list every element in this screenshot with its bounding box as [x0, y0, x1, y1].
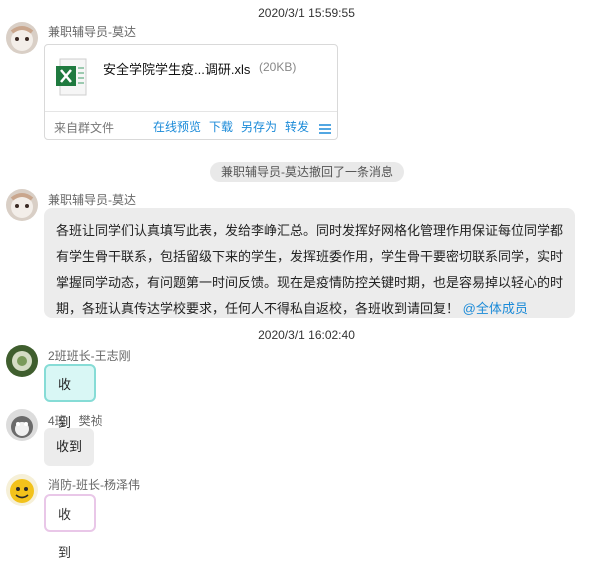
timestamp: 2020/3/1 15:59:55 — [258, 6, 355, 20]
message-text: 收到 — [58, 507, 72, 560]
avatar[interactable] — [6, 474, 38, 506]
message-bubble[interactable]: 各班让同学们认真填写此表，发给李峥汇总。同时发挥好网格化管理作用保证每位同学都有… — [44, 208, 575, 318]
sender-name: 消防-班长-杨泽伟 — [48, 478, 140, 492]
timestamp: 2020/3/1 16:02:40 — [258, 328, 355, 342]
message-bubble[interactable]: 收到 — [44, 428, 94, 466]
sender-name: 4班 樊祯 — [48, 414, 103, 428]
file-size: (20KB) — [259, 60, 297, 74]
divider — [45, 111, 337, 112]
preview-online-link[interactable]: 在线预览 — [153, 118, 201, 135]
file-source: 来自群文件 — [54, 121, 115, 135]
message-bubble[interactable]: 收到 — [44, 364, 96, 430]
message-bubble[interactable]: 收到 — [44, 494, 96, 560]
mention-all-link[interactable]: @全体成员 — [463, 301, 528, 316]
excel-file-icon — [56, 58, 88, 96]
avatar[interactable] — [6, 345, 38, 377]
menu-icon[interactable] — [319, 121, 331, 134]
avatar[interactable] — [6, 22, 38, 54]
save-as-link[interactable]: 另存为 — [241, 118, 277, 135]
download-link[interactable]: 下载 — [209, 118, 233, 135]
message-text: 收到 — [56, 439, 83, 454]
sender-name: 2班班长-王志刚 — [48, 349, 131, 363]
recall-notice: 兼职辅导员-莫达撤回了一条消息 — [210, 162, 404, 182]
forward-link[interactable]: 转发 — [285, 118, 309, 135]
sender-name: 兼职辅导员-莫达 — [48, 25, 136, 39]
avatar[interactable] — [6, 189, 38, 221]
sender-name: 兼职辅导员-莫达 — [48, 193, 136, 207]
file-card[interactable]: 安全学院学生疫...调研.xls (20KB) 来自群文件 在线预览 下载 另存… — [44, 44, 338, 140]
file-name[interactable]: 安全学院学生疫...调研.xls — [103, 59, 250, 78]
avatar[interactable] — [6, 409, 38, 441]
